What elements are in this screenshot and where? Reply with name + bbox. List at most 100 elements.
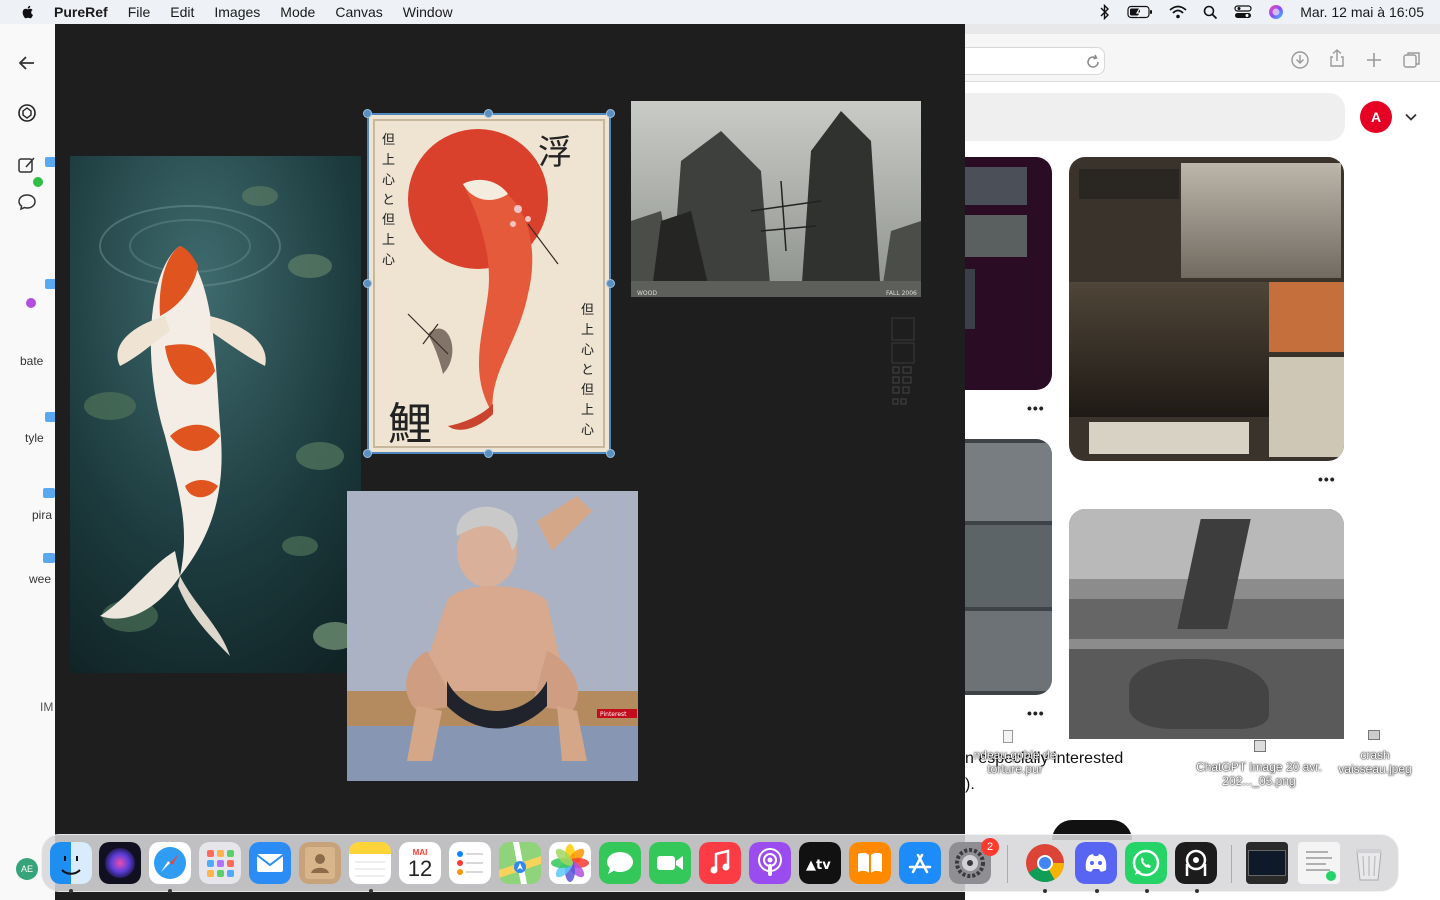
app-store-icon[interactable] [899,842,941,884]
resize-handle-top-left[interactable] [363,109,372,118]
file-label-png[interactable]: ChatGPT Image 20 avr. 202..._05.png [1196,760,1322,788]
pin-more-button-2[interactable]: ••• [1027,705,1045,721]
pureref-app-icon[interactable] [1175,842,1217,884]
notes-app-icon[interactable] [349,842,391,884]
rock-spires-concept[interactable]: WOOD FALL 2006 [631,101,921,297]
tag-dot [26,298,36,308]
battery-icon[interactable] [1127,5,1153,19]
pin-interior-concept-sheet[interactable] [1069,157,1344,461]
koi-photo[interactable] [70,156,361,673]
reload-icon[interactable] [1083,52,1103,72]
control-center-icon[interactable] [1234,5,1252,19]
pin-more-button-3[interactable]: ••• [1318,471,1336,487]
resize-handle-left[interactable] [363,279,372,288]
bluetooth-icon[interactable] [1099,4,1111,20]
running-indicator [69,889,73,893]
download-icon[interactable] [1290,50,1310,70]
menu-images[interactable]: Images [214,4,260,20]
resize-handle-bottom-right[interactable] [606,449,615,458]
resize-handle-bottom[interactable] [484,449,493,458]
siri-icon[interactable] [1268,4,1284,20]
podcasts-app-icon[interactable] [749,842,791,884]
new-chat-icon[interactable] [16,154,38,176]
siri-app-icon[interactable] [99,842,141,884]
apple-logo-icon[interactable] [20,4,36,20]
documents-stack-icon[interactable] [1298,842,1340,884]
file-label-jpeg[interactable]: crash vaisseau.jpeg [1330,748,1420,776]
folder-label-bate[interactable]: bate [20,354,43,368]
chatgpt-logo-icon[interactable] [16,102,38,124]
contacts-app-icon[interactable] [299,842,341,884]
menu-mode[interactable]: Mode [280,4,315,20]
mail-app-icon[interactable] [249,842,291,884]
folder-icon-5[interactable] [43,553,55,563]
music-app-icon[interactable] [699,842,741,884]
resize-handle-top[interactable] [484,109,493,118]
menu-app-name[interactable]: PureRef [54,4,108,20]
running-indicator-2 [168,889,172,893]
folder-label-pira[interactable]: pira [32,508,52,522]
pin-creature-sketches[interactable] [965,439,1052,695]
new-tab-icon[interactable] [1364,50,1384,70]
pinterest-badge: Pinterest [600,711,627,718]
pin-dark-concept-sheet[interactable] [965,157,1052,390]
folder-icon-4[interactable] [43,488,55,498]
address-bar[interactable] [965,47,1105,75]
discord-app-icon[interactable] [1075,842,1117,884]
user-avatar[interactable]: AE [16,858,38,880]
trash-icon[interactable] [1348,842,1390,884]
tab-overview-icon[interactable] [1402,50,1422,70]
screenshot-stack-icon[interactable] [1246,842,1288,884]
file-label-pur[interactable]: ndeau.gobie de torture.pur [965,748,1065,776]
folder-label-tyle[interactable]: tyle [25,431,44,445]
dock-separator [1007,845,1008,883]
wifi-icon[interactable] [1169,5,1187,19]
launchpad-app-icon[interactable] [199,842,241,884]
chat-bubble-icon[interactable] [16,191,38,213]
chevron-down-icon[interactable] [1404,110,1418,124]
small-sketch-sheet[interactable] [891,317,917,413]
pinterest-search-box[interactable] [965,93,1345,141]
yoga-pose-photo[interactable]: Pinterest [347,491,638,781]
dock-separator-2 [1231,845,1232,883]
reminders-app-icon[interactable] [449,842,491,884]
resize-handle-top-right[interactable] [606,109,615,118]
running-indicator-5 [1095,889,1099,893]
folder-label-im[interactable]: IM [40,700,53,714]
chat-sidebar: bate tyle pira wee IM AE [0,24,57,900]
file-icon-jpeg[interactable] [1368,730,1380,740]
back-arrow-icon[interactable] [16,52,38,74]
finder-app-icon[interactable] [50,842,92,884]
resize-handle-right[interactable] [606,279,615,288]
facetime-app-icon[interactable] [649,842,691,884]
spotlight-search-icon[interactable] [1203,5,1218,20]
maps-app-icon[interactable] [499,842,541,884]
menu-clock[interactable]: Mar. 12 mai à 16:05 [1300,4,1424,20]
menu-canvas[interactable]: Canvas [335,4,382,20]
whatsapp-app-icon[interactable] [1125,842,1167,884]
menu-edit[interactable]: Edit [170,4,194,20]
pin-ship-battle-sketch[interactable] [1069,509,1344,739]
photos-app-icon[interactable] [549,842,591,884]
menu-bar: PureRef File Edit Images Mode Canvas Win… [0,0,1440,24]
pin-more-button[interactable]: ••• [1027,400,1045,416]
concept-watermark-left: WOOD [637,290,657,297]
file-icon-png[interactable] [1254,740,1266,752]
safari-app-icon[interactable] [149,842,191,884]
account-avatar[interactable]: A [1360,101,1392,133]
tv-app-icon[interactable]: ▲tv [799,842,841,884]
calendar-day: 12 [407,855,433,881]
chat-text-fragment-2: ). [965,776,975,793]
pureref-canvas[interactable]: 浮 鯉 但 上 心 と 但 上 心 但 上 心 と 但 上 心 WOOD FAL… [55,24,965,900]
share-icon[interactable] [1327,48,1347,68]
menu-file[interactable]: File [128,4,151,20]
resize-handle-bottom-left[interactable] [363,449,372,458]
menu-window[interactable]: Window [403,4,453,20]
chrome-app-icon[interactable] [1024,842,1066,884]
books-app-icon[interactable] [849,842,891,884]
calendar-app-icon[interactable]: MAI 12 [399,842,441,884]
folder-label-wee[interactable]: wee [29,572,51,586]
file-icon-pur[interactable] [1003,730,1013,743]
messages-app-icon[interactable] [599,842,641,884]
svg-text:▲tv: ▲tv [806,858,831,873]
